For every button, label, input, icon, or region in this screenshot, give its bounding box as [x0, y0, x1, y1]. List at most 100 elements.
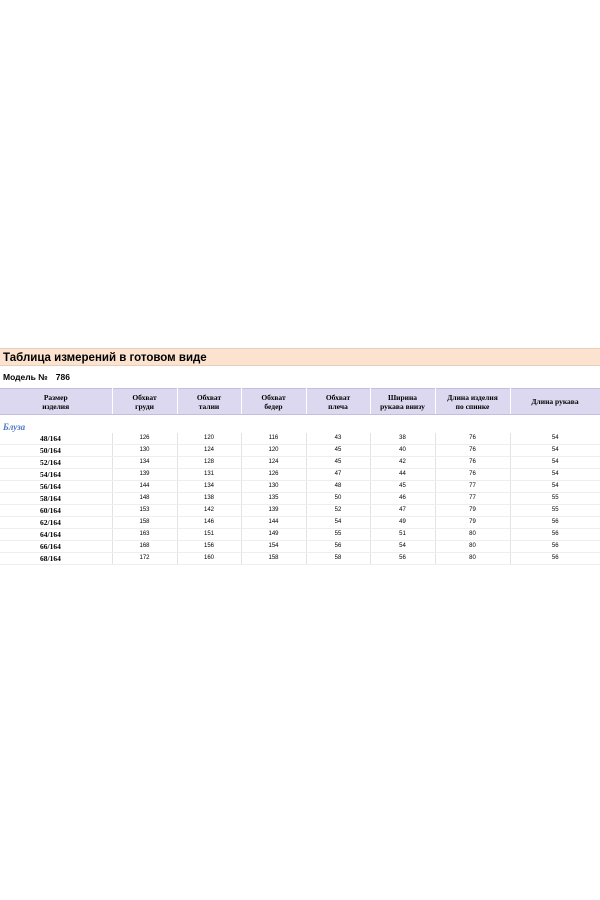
- measurement-cell: 154: [241, 540, 307, 553]
- model-line: Модель № 786: [0, 366, 600, 388]
- table-header-row: Размер изделия Обхват груди Обхват талии Обхва…: [0, 388, 600, 415]
- column-header-line: по спинке: [455, 401, 490, 411]
- measurement-cell: 42: [370, 456, 436, 469]
- measurement-cell: 142: [177, 504, 242, 517]
- measurement-cell: 55: [510, 492, 600, 505]
- table-row: 52/164 134 128 124 45 42 76 54: [0, 456, 600, 469]
- measurement-cell: 43: [306, 433, 371, 445]
- size-cell: 58/164: [0, 492, 113, 505]
- measurement-cell: 131: [177, 468, 242, 481]
- measurement-cell: 148: [112, 492, 178, 505]
- measurement-cell: 128: [177, 456, 242, 469]
- measurement-cell: 56: [306, 540, 371, 553]
- column-header-line: бедер: [264, 401, 283, 411]
- column-header-line: плеча: [328, 401, 348, 411]
- measurement-cell: 46: [370, 492, 436, 505]
- model-label: Модель №: [3, 372, 48, 382]
- measurement-cell: 79: [435, 516, 511, 529]
- measurement-cell: 38: [370, 433, 436, 445]
- measurement-cell: 77: [435, 480, 511, 493]
- measurement-cell: 55: [306, 528, 371, 541]
- measurement-cell: 144: [241, 516, 307, 529]
- measurement-cell: 56: [510, 516, 600, 529]
- size-cell: 66/164: [0, 540, 113, 553]
- column-header: Обхват плеча: [306, 388, 371, 415]
- size-cell: 64/164: [0, 528, 113, 541]
- size-cell: 48/164: [0, 433, 113, 445]
- measurement-cell: 156: [177, 540, 242, 553]
- measurement-cell: 54: [370, 540, 436, 553]
- measurement-cell: 54: [510, 444, 600, 457]
- measurement-cell: 58: [306, 552, 371, 565]
- column-header: Размер изделия: [0, 388, 113, 415]
- column-header-line: изделия: [42, 401, 70, 411]
- column-header: Обхват талии: [177, 388, 242, 415]
- column-header-line: Обхват: [325, 392, 351, 402]
- measurement-cell: 146: [177, 516, 242, 529]
- measurement-cell: 76: [435, 433, 511, 445]
- column-header: Ширина рукава внизу: [370, 388, 436, 415]
- column-header-line: Обхват: [132, 392, 157, 402]
- column-header-line: Обхват: [261, 392, 286, 402]
- measurement-cell: 45: [370, 480, 436, 493]
- column-header-line: Длина изделия: [447, 392, 498, 402]
- column-header-line: Обхват: [196, 392, 222, 402]
- measurement-cell: 138: [177, 492, 242, 505]
- measurement-cell: 54: [510, 480, 600, 493]
- measurement-cell: 126: [112, 433, 178, 445]
- measurement-sheet: Таблица измерений в готовом виде Модель …: [0, 348, 600, 565]
- measurement-cell: 55: [510, 504, 600, 517]
- size-cell: 62/164: [0, 516, 113, 529]
- measurement-cell: 139: [241, 504, 307, 517]
- measurement-cell: 134: [112, 456, 178, 469]
- measurement-cell: 126: [241, 468, 307, 481]
- measurement-cell: 116: [241, 433, 307, 445]
- measurement-cell: 130: [112, 444, 178, 457]
- measurement-cell: 56: [510, 540, 600, 553]
- column-header: Обхват бедер: [241, 388, 307, 415]
- measurement-cell: 45: [306, 444, 371, 457]
- measurement-cell: 120: [241, 444, 307, 457]
- column-header: Длина изделия по спинке: [435, 388, 511, 415]
- table-row: 68/164 172 160 158 58 56 80 56: [0, 552, 600, 565]
- measurement-cell: 52: [306, 504, 371, 517]
- measurement-cell: 56: [510, 528, 600, 541]
- measurement-table: Размер изделия Обхват груди Обхват талии Обхва…: [0, 388, 600, 565]
- measurement-cell: 151: [177, 528, 242, 541]
- group-row: Блуза: [0, 421, 600, 433]
- measurement-cell: 168: [112, 540, 178, 553]
- column-header-line: Ширина: [387, 392, 418, 402]
- measurement-cell: 77: [435, 492, 511, 505]
- measurement-cell: 149: [241, 528, 307, 541]
- table-row: 56/164 144 134 130 48 45 77 54: [0, 480, 600, 493]
- column-header-line: Длина рукава: [531, 397, 579, 406]
- column-header-line: рукава внизу: [380, 401, 425, 411]
- measurement-cell: 47: [306, 468, 371, 481]
- measurement-cell: 172: [112, 552, 178, 565]
- table-row: 54/164 139 131 126 47 44 76 54: [0, 468, 600, 481]
- table-row: 64/164 163 151 149 55 51 80 56: [0, 528, 600, 541]
- column-header-line: талии: [198, 401, 220, 411]
- measurement-cell: 45: [306, 456, 371, 469]
- table-row: 60/164 153 142 139 52 47 79 55: [0, 504, 600, 517]
- size-cell: 68/164: [0, 552, 113, 565]
- measurement-cell: 80: [435, 528, 511, 541]
- measurement-cell: 40: [370, 444, 436, 457]
- measurement-cell: 158: [241, 552, 307, 565]
- size-cell: 60/164: [0, 504, 113, 517]
- measurement-cell: 49: [370, 516, 436, 529]
- measurement-cell: 76: [435, 468, 511, 481]
- table-row: 66/164 168 156 154 56 54 80 56: [0, 540, 600, 553]
- measurement-cell: 120: [177, 433, 242, 445]
- measurement-cell: 56: [370, 552, 436, 565]
- measurement-cell: 79: [435, 504, 511, 517]
- size-cell: 56/164: [0, 480, 113, 493]
- measurement-cell: 44: [370, 468, 436, 481]
- measurement-cell: 76: [435, 456, 511, 469]
- measurement-cell: 124: [241, 456, 307, 469]
- measurement-cell: 124: [177, 444, 242, 457]
- column-header-line: Размер: [43, 392, 68, 402]
- measurement-cell: 54: [510, 468, 600, 481]
- measurement-cell: 54: [510, 456, 600, 469]
- measurement-cell: 50: [306, 492, 371, 505]
